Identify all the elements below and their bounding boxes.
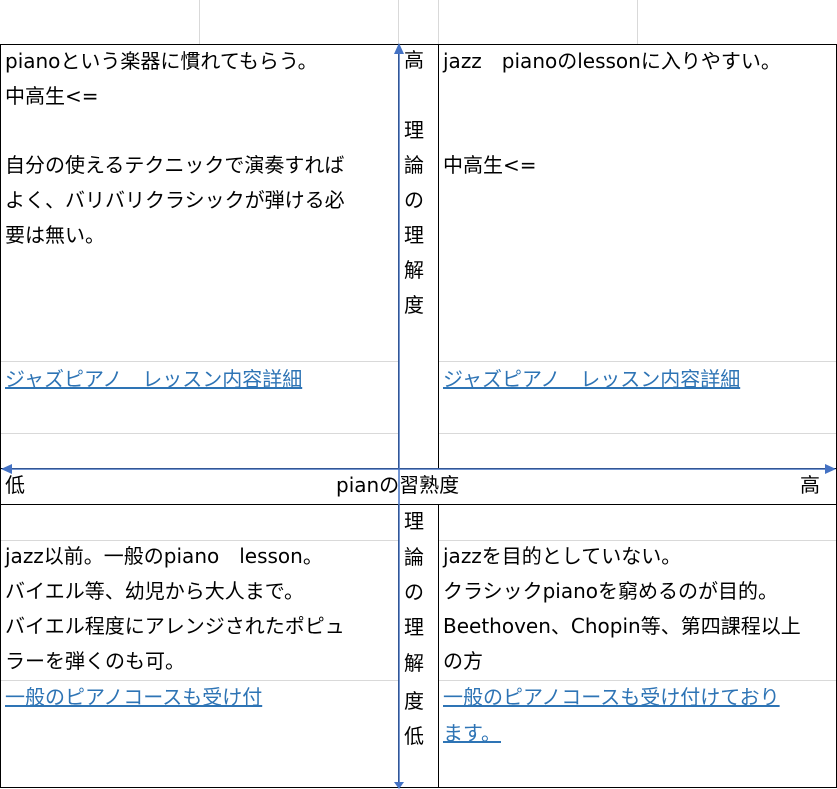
general-piano-course-link[interactable]: 一般のピアノコースも受け付 [5, 680, 262, 715]
axis-top-char: 理 [404, 223, 424, 247]
axis-horizontal-left: 低 [5, 473, 25, 497]
quadrant-text-line: 中高生<= [443, 153, 537, 177]
axis-top-char: 解 [404, 258, 424, 282]
axis-horizontal-right: 高 [800, 473, 820, 497]
grid-col-3 [438, 0, 439, 44]
axis-top-char: 論 [404, 153, 424, 177]
quadrant-text-line: よく、バリバリクラシックが弾ける必 [5, 188, 345, 212]
axis-bottom-char: 理 [404, 509, 424, 533]
axis-top-char: 高 [404, 48, 424, 72]
axis-bottom-char: 度 [404, 689, 424, 713]
axis-bottom-char: 解 [404, 651, 424, 675]
quadrant-text-line: バイエル等、幼児から大人まで。 [5, 579, 304, 603]
axis-top-char: 度 [404, 293, 424, 317]
border-center-right-bottom [438, 504, 439, 788]
quadrant-text-line: 自分の使えるテクニックで演奏すれば [5, 153, 345, 177]
border-center-right-top [438, 44, 439, 468]
axis-top-char: 理 [404, 118, 424, 142]
grid-col-1 [199, 0, 200, 44]
axis-top-char: の [404, 188, 424, 212]
quadrant-text-line: の方 [443, 649, 483, 673]
general-piano-course-link[interactable]: ます。 [443, 716, 501, 751]
quadrant-text-line: jazzを目的としていない。 [443, 544, 682, 568]
quadrant-text-line: 要は無い。 [5, 223, 105, 247]
quadrant-text-line: pianoという楽器に慣れてもらう。 [5, 49, 318, 73]
axis-bottom-char: 低 [404, 724, 424, 748]
border-bottom [0, 787, 837, 788]
quadrant-text-line: Beethoven、Chopin等、第四課程以上 [443, 614, 801, 638]
jazz-lesson-details-link[interactable]: ジャズピアノ レッスン内容詳細 [443, 362, 740, 397]
quadrant-text-line: jazz pianoのlessonに入りやすい。 [443, 49, 781, 73]
quadrant-text-line: クラシックpianoを窮めるのが目的。 [443, 579, 779, 603]
grid-row-3 [0, 433, 398, 434]
border-left [0, 44, 1, 788]
axis-horizontal-center: pianの習熟度 [336, 473, 460, 497]
jazz-lesson-details-link[interactable]: ジャズピアノ レッスン内容詳細 [5, 362, 302, 397]
grid-row-4 [438, 433, 837, 434]
axis-bottom-char: 論 [404, 545, 424, 569]
grid-col-4 [637, 0, 638, 44]
quadrant-text-line: jazz以前。一般のpiano lesson。 [5, 544, 323, 568]
axis-bottom-char: 理 [404, 615, 424, 639]
quadrant-text-line: バイエル程度にアレンジされたポピュ [5, 614, 345, 638]
quadrant-text-line: 中高生<= [5, 84, 99, 108]
axis-bottom-char: の [404, 580, 424, 604]
general-piano-course-link[interactable]: 一般のピアノコースも受け付けており [443, 680, 780, 715]
quadrant-text-line: ラーを弾くのも可。 [5, 649, 185, 673]
grid-col-2 [398, 0, 399, 44]
